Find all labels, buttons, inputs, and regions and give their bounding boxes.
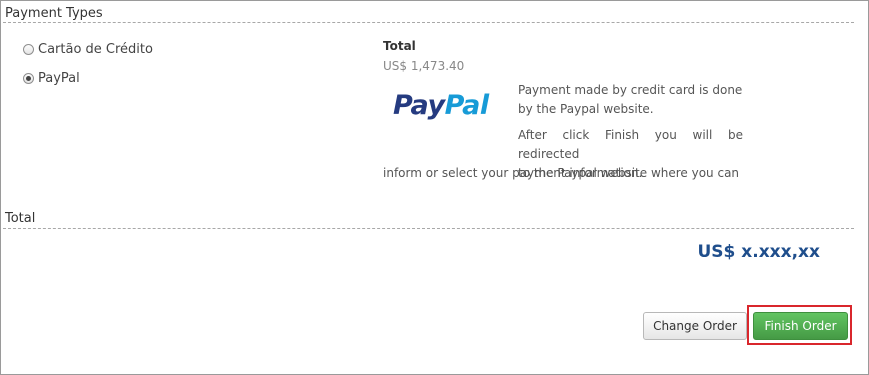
finish-order-button[interactable]: Finish Order	[753, 312, 848, 340]
total-heading: Total	[5, 211, 36, 226]
paypal-logo-pal: Pal	[444, 90, 490, 121]
checkout-panel: Payment Types Cartão de Crédito PayPal T…	[0, 0, 869, 375]
payment-types-divider	[3, 22, 854, 23]
payment-option-credit-card[interactable]: Cartão de Crédito	[23, 42, 153, 57]
order-total-label: Total	[383, 39, 416, 53]
radio-paypal[interactable]	[23, 73, 34, 84]
payment-option-paypal-label: PayPal	[38, 71, 80, 86]
paypal-info-line-2: by the Paypal website.	[518, 102, 654, 116]
payment-option-credit-card-label: Cartão de Crédito	[38, 42, 153, 57]
payment-types-heading: Payment Types	[5, 6, 103, 21]
paypal-logo: PayPal	[393, 90, 489, 121]
radio-credit-card[interactable]	[23, 44, 34, 55]
order-total-value: US$ 1,473.40	[383, 59, 465, 73]
paypal-info-text: Payment made by credit card is done by t…	[518, 81, 743, 119]
paypal-logo-pay: Pay	[393, 90, 445, 121]
paypal-redirect-line-1: After click Finish you will be redirecte…	[518, 128, 743, 161]
grand-total-amount: US$ x.xxx,xx	[697, 242, 820, 262]
total-divider	[3, 228, 854, 229]
payment-option-paypal[interactable]: PayPal	[23, 71, 80, 86]
change-order-button[interactable]: Change Order	[643, 312, 747, 340]
paypal-info-line-1: Payment made by credit card is done	[518, 83, 743, 97]
paypal-redirect-line-3: inform or select your payment informatio…	[383, 166, 643, 180]
